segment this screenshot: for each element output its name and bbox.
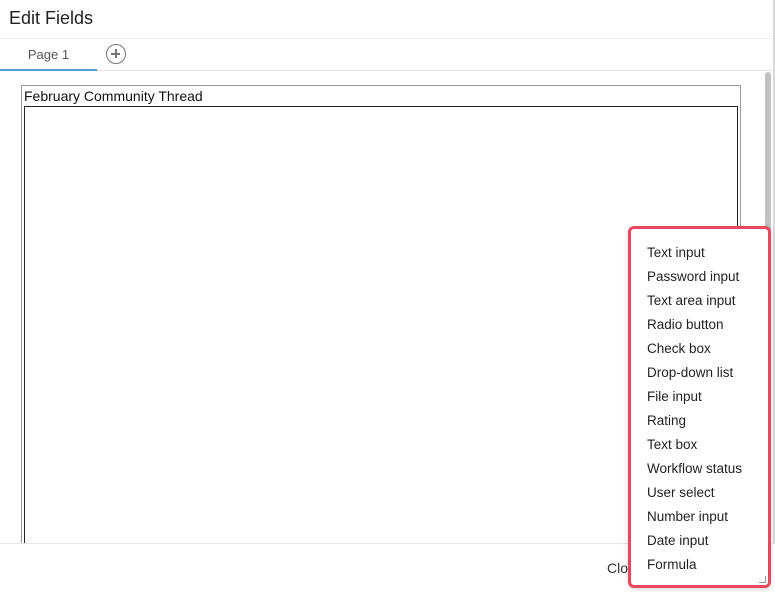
menu-item-text-input[interactable]: Text input [631,241,768,265]
menu-item-radio-button[interactable]: Radio button [631,313,768,337]
menu-item-file-input[interactable]: File input [631,385,768,409]
edit-fields-dialog: Edit Fields Page 1 February Community Th… [0,0,775,592]
menu-item-check-box[interactable]: Check box [631,337,768,361]
menu-item-password-input[interactable]: Password input [631,265,768,289]
menu-item-rating[interactable]: Rating [631,409,768,433]
dialog-title: Edit Fields [9,8,94,28]
menu-item-user-select[interactable]: User select [631,481,768,505]
field-type-list: Text input Password input Text area inpu… [631,229,768,577]
field-type-menu: Text input Password input Text area inpu… [628,226,771,588]
canvas-title[interactable]: February Community Thread [24,88,203,104]
menu-item-workflow-status[interactable]: Workflow status [631,457,768,481]
tab-page-1[interactable]: Page 1 [0,39,97,71]
menu-item-text-box[interactable]: Text box [631,433,768,457]
resize-grip-icon[interactable] [759,576,766,583]
menu-item-drop-down-list[interactable]: Drop-down list [631,361,768,385]
menu-item-text-area-input[interactable]: Text area input [631,289,768,313]
menu-item-number-input[interactable]: Number input [631,505,768,529]
close-button[interactable]: Clo [607,560,628,576]
menu-item-date-input[interactable]: Date input [631,529,768,553]
page-tab-bar: Page 1 [0,38,775,71]
menu-item-formula[interactable]: Formula [631,553,768,577]
plus-circle-icon[interactable] [106,44,126,64]
